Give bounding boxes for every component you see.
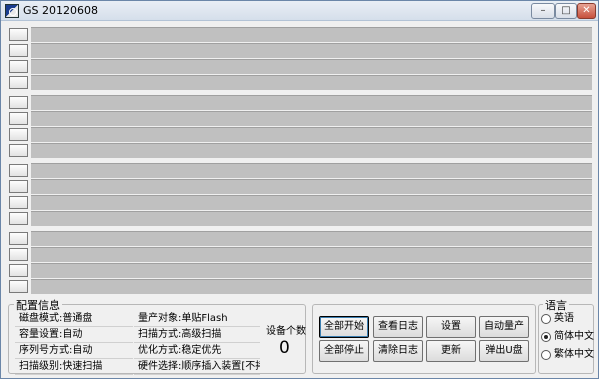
settings-button[interactable]: 设置	[426, 316, 476, 338]
config-optimize: 优化方式:稳定优先	[134, 343, 260, 359]
config-serial: 序列号方式:自动	[15, 343, 133, 359]
port-button[interactable]	[9, 112, 28, 125]
port-status-bar	[31, 179, 592, 194]
port-row	[1, 179, 598, 194]
stop-all-button[interactable]: 全部停止	[319, 340, 369, 362]
port-status-bar	[31, 43, 592, 58]
port-button[interactable]	[9, 248, 28, 261]
app-logo-icon	[5, 4, 19, 18]
port-row	[1, 263, 598, 278]
port-button[interactable]	[9, 28, 28, 41]
port-status-bar	[31, 27, 592, 42]
update-button[interactable]: 更新	[426, 340, 476, 362]
title-bar[interactable]: GS 20120608 – □ ✕	[1, 1, 598, 21]
port-row	[1, 247, 598, 262]
radio-traditional[interactable]	[541, 350, 551, 360]
port-status-bar	[31, 195, 592, 210]
port-status-bar	[31, 211, 592, 226]
language-option-label: 简体中文	[554, 331, 594, 342]
port-row	[1, 211, 598, 226]
config-capacity: 容量设置:自动	[15, 327, 133, 343]
port-row	[1, 95, 598, 110]
radio-simplified[interactable]	[541, 332, 551, 342]
port-row	[1, 75, 598, 90]
language-option-label: 繁体中文	[554, 349, 594, 360]
eject-usb-button[interactable]: 弹出U盘	[479, 340, 529, 362]
port-button[interactable]	[9, 96, 28, 109]
port-row	[1, 43, 598, 58]
view-log-button[interactable]: 查看日志	[373, 316, 423, 338]
port-button[interactable]	[9, 232, 28, 245]
port-status-bar	[31, 263, 592, 278]
port-row	[1, 195, 598, 210]
auto-produce-button[interactable]: 自动量产	[479, 316, 529, 338]
port-row	[1, 143, 598, 158]
port-button[interactable]	[9, 264, 28, 277]
port-status-bar	[31, 59, 592, 74]
port-button[interactable]	[9, 76, 28, 89]
port-row	[1, 279, 598, 294]
config-scan-mode: 扫描方式:高级扫描	[134, 327, 260, 343]
port-status-bar	[31, 247, 592, 262]
port-row	[1, 231, 598, 246]
port-row	[1, 127, 598, 142]
port-button[interactable]	[9, 280, 28, 293]
port-status-bar	[31, 127, 592, 142]
language-group-title: 语言	[543, 297, 569, 313]
port-row	[1, 59, 598, 74]
port-status-bar	[31, 163, 592, 178]
device-count-label: 设备个数	[266, 326, 306, 337]
maximize-icon: □	[561, 5, 571, 16]
config-disk-mode: 磁盘模式:普通盘	[15, 311, 133, 327]
close-button[interactable]: ✕	[577, 3, 596, 19]
port-button[interactable]	[9, 180, 28, 193]
port-button[interactable]	[9, 128, 28, 141]
radio-english[interactable]	[541, 314, 551, 324]
port-button[interactable]	[9, 44, 28, 57]
port-status-bar	[31, 95, 592, 110]
maximize-button[interactable]: □	[555, 3, 577, 19]
port-status-bar	[31, 75, 592, 90]
config-hardware: 硬件选择:顺序插入装置[不拷贝	[134, 359, 260, 375]
config-scan-level: 扫描级别:快速扫描	[15, 359, 133, 375]
close-icon: ✕	[582, 5, 591, 16]
window-title: GS 20120608	[23, 4, 98, 17]
main-window: GS 20120608 – □ ✕ 配置信息 磁盘模式:普通盘 容量设置:自动 …	[0, 0, 599, 379]
port-button[interactable]	[9, 144, 28, 157]
port-button[interactable]	[9, 60, 28, 73]
minimize-icon: –	[540, 5, 546, 16]
port-button[interactable]	[9, 164, 28, 177]
port-row	[1, 163, 598, 178]
port-status-bar	[31, 279, 592, 294]
port-status-bar	[31, 111, 592, 126]
port-row	[1, 111, 598, 126]
clear-log-button[interactable]: 清除日志	[373, 340, 423, 362]
port-row	[1, 27, 598, 42]
minimize-button[interactable]: –	[531, 3, 555, 19]
port-button[interactable]	[9, 212, 28, 225]
actions-group	[312, 304, 536, 374]
port-status-bar	[31, 143, 592, 158]
port-button[interactable]	[9, 196, 28, 209]
start-all-button[interactable]: 全部开始	[319, 316, 369, 338]
config-target: 量产对象:单贴Flash	[134, 311, 260, 327]
device-count-value: 0	[279, 338, 290, 358]
port-status-bar	[31, 231, 592, 246]
language-option-label: 英语	[554, 313, 574, 324]
